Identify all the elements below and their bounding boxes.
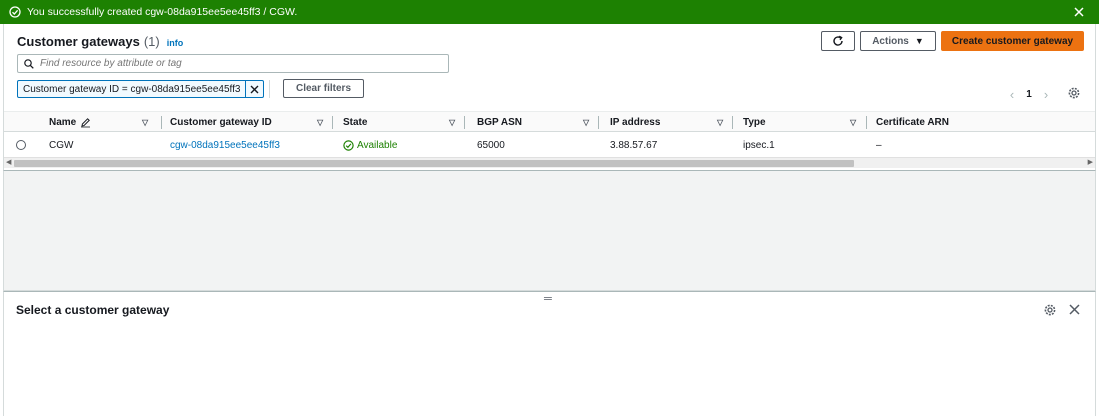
pagination: ‹ 1 › [1004,87,1054,102]
column-header-certificate-arn[interactable]: Certificate ARN [876,112,1076,133]
state-cell: Available [343,133,397,157]
column-label: IP address [610,117,661,128]
status-badge: Available [343,140,397,151]
horizontal-scrollbar[interactable]: ◀ ▶ [4,157,1095,168]
panel-header: Customer gateways (1) info [17,34,183,49]
edit-icon [81,118,91,128]
column-label: Type [743,117,766,128]
sort-icon[interactable]: ▽ [583,118,589,127]
page-title: Customer gateways [17,34,140,49]
refresh-button[interactable] [821,31,855,51]
actions-label: Actions [872,35,909,47]
type-cell: ipsec.1 [743,139,775,151]
divider [269,80,270,98]
column-divider[interactable] [598,116,599,129]
sort-icon[interactable]: ▽ [850,118,856,127]
search-box[interactable] [17,54,449,73]
row-select-radio[interactable] [16,140,26,150]
check-circle-icon [9,6,21,18]
column-header-id[interactable]: Customer gateway ID ▽ [170,112,333,133]
success-flash-bar: You successfully created cgw-08da915ee5e… [0,0,1099,24]
info-link[interactable]: info [167,38,184,48]
column-divider[interactable] [866,116,867,129]
gear-icon[interactable] [1067,86,1081,100]
column-label: Certificate ARN [876,117,949,128]
check-circle-icon [343,139,354,151]
column-label: Customer gateway ID [170,117,272,128]
close-icon [250,85,259,93]
column-divider[interactable] [332,116,333,129]
column-header-type[interactable]: Type ▽ [743,112,868,133]
table-header: Name ▽ Customer gateway ID ▽ State ▽ BGP… [4,111,1095,132]
gateway-id-link[interactable]: cgw-08da915ee5ee45ff3 [170,140,280,151]
column-label: BGP ASN [477,117,523,128]
column-header-name[interactable]: Name ▽ [49,112,162,133]
filter-token: Customer gateway ID = cgw-08da915ee5ee45… [17,80,265,98]
column-header-bgp-asn[interactable]: BGP ASN ▽ [477,112,601,133]
page-number[interactable]: 1 [1020,89,1038,100]
sort-icon[interactable]: ▽ [142,118,148,127]
sort-icon[interactable]: ▽ [717,118,723,127]
actions-dropdown[interactable]: Actions ▼ [860,31,936,51]
scroll-right-icon[interactable]: ▶ [1088,158,1093,166]
resize-handle-icon[interactable]: ═ [544,293,552,305]
bgp-asn-cell: 65000 [477,139,505,151]
filter-token-label: Customer gateway ID = cgw-08da915ee5ee45… [23,83,241,95]
name-cell: CGW [49,139,74,151]
state-label: Available [357,139,398,151]
empty-content-area [3,170,1096,291]
sort-icon[interactable]: ▽ [317,118,323,127]
customer-gateways-panel: Customer gateways (1) info Actions ▼ Cre… [3,24,1096,170]
caret-down-icon: ▼ [914,36,924,46]
clear-filters-button[interactable]: Clear filters [283,79,364,98]
create-customer-gateway-button[interactable]: Create customer gateway [941,31,1084,51]
table-row[interactable]: CGW cgw-08da915ee5ee45ff3 Available 6500… [4,133,1095,157]
chevron-left-icon[interactable]: ‹ [1004,87,1020,102]
chevron-right-icon[interactable]: › [1038,87,1054,102]
column-divider[interactable] [732,116,733,129]
detail-panel-title: Select a customer gateway [16,303,170,317]
column-label: State [343,117,368,128]
flash-message: You successfully created cgw-08da915ee5e… [27,6,298,18]
column-header-state[interactable]: State ▽ [343,112,467,133]
ip-address-cell: 3.88.57.67 [610,139,658,151]
search-input[interactable] [40,58,440,69]
scroll-left-icon[interactable]: ◀ [6,158,11,166]
remove-filter-button[interactable] [245,81,263,97]
detail-split-panel: ═ Select a customer gateway [3,291,1096,416]
gateway-id-cell: cgw-08da915ee5ee45ff3 [170,133,280,157]
search-icon [24,58,34,69]
row-select-cell[interactable] [16,133,26,157]
column-label: Name [49,117,77,128]
column-header-ip-address[interactable]: IP address ▽ [610,112,734,133]
column-divider[interactable] [464,116,465,129]
gear-icon[interactable] [1043,303,1057,317]
scrollbar-thumb[interactable] [14,160,854,167]
sort-icon[interactable]: ▽ [449,118,455,127]
certificate-arn-cell: – [876,139,882,151]
close-icon[interactable] [1068,303,1081,316]
refresh-icon [833,35,843,46]
column-divider[interactable] [161,116,162,129]
resource-count: (1) [143,34,160,49]
close-icon[interactable] [1072,5,1086,19]
